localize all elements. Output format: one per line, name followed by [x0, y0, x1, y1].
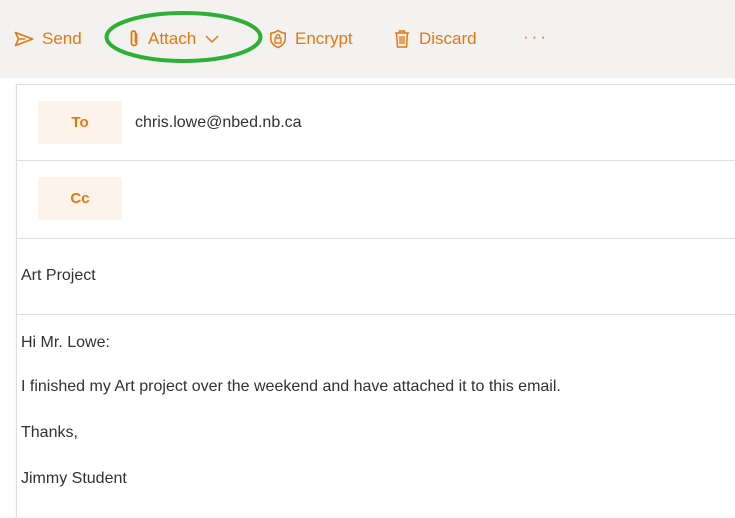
cc-field[interactable] [135, 183, 719, 215]
to-row: To chris.lowe@nbed.nb.ca [17, 85, 735, 161]
encrypt-button[interactable]: Encrypt [269, 26, 353, 52]
subject-field[interactable]: Art Project [21, 267, 96, 285]
attach-label: Attach [148, 29, 197, 48]
send-arrow-icon [14, 31, 34, 47]
to-field[interactable]: chris.lowe@nbed.nb.ca [135, 114, 302, 132]
cc-button[interactable]: Cc [38, 177, 122, 220]
shield-lock-icon [269, 29, 287, 49]
paperclip-icon [128, 29, 140, 49]
discard-button[interactable]: Discard [393, 26, 477, 52]
discard-label: Discard [419, 29, 477, 48]
body-line: Thanks, [21, 424, 78, 441]
more-options-button[interactable]: ··· [523, 24, 549, 50]
body-line: Jimmy Student [21, 470, 127, 487]
body-line: Hi Mr. Lowe: [21, 334, 110, 351]
compose-window: Send Attach Encrypt Discard ··· To chris… [0, 0, 735, 518]
send-button[interactable]: Send [14, 26, 82, 52]
cc-row: Cc [17, 161, 735, 239]
encrypt-label: Encrypt [295, 29, 353, 48]
body-line: I finished my Art project over the weeke… [21, 378, 561, 395]
attach-button[interactable]: Attach [128, 26, 219, 52]
chevron-down-icon[interactable] [205, 34, 219, 44]
subject-row: Art Project [17, 239, 735, 315]
compose-form: To chris.lowe@nbed.nb.ca Cc Art Project … [16, 84, 735, 518]
send-label: Send [42, 29, 82, 48]
compose-toolbar: Send Attach Encrypt Discard ··· [0, 0, 735, 78]
trash-icon [393, 29, 411, 49]
to-button[interactable]: To [38, 101, 122, 144]
